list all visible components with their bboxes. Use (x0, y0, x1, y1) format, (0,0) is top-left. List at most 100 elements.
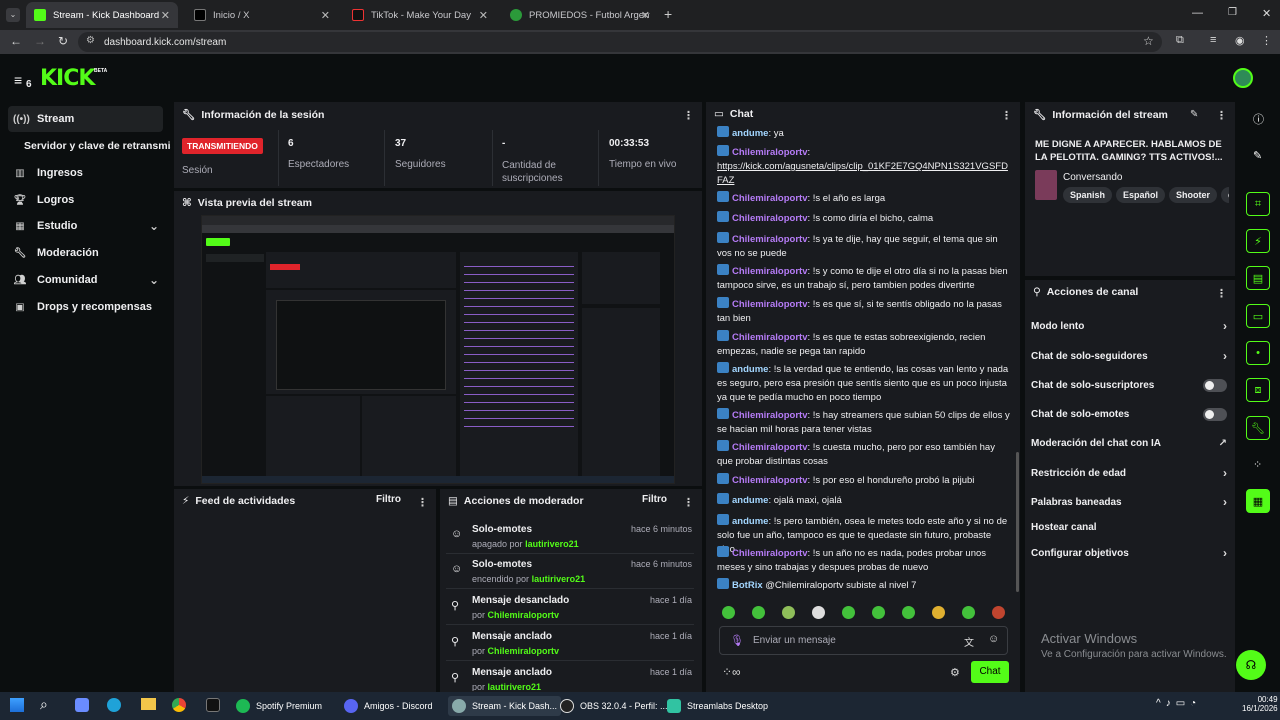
system-tray-icons[interactable]: ^♪▭◔ (1156, 698, 1201, 709)
sidebar-item-comunidad[interactable]: 👥︎ Comunidad ⌄ (8, 267, 163, 293)
minimize-icon[interactable]: — (1192, 7, 1203, 19)
close-window-icon[interactable]: ✕ (1262, 7, 1271, 20)
file-explorer-icon[interactable] (141, 698, 156, 710)
chat-username[interactable]: andume (732, 516, 768, 527)
sidebar-item-estudio[interactable]: ▦ Estudio ⌄ (8, 213, 163, 239)
chat-bubble-icon[interactable]: ▭ (1246, 304, 1270, 328)
emote-icon[interactable] (872, 606, 885, 619)
emote-icon[interactable] (782, 606, 795, 619)
emote-icon[interactable] (842, 606, 855, 619)
mod-action-item[interactable]: ☺ Solo-emotes apagado por lautirivero21 hac… (446, 520, 694, 554)
more-options-icon[interactable]: ⋮ (1216, 109, 1227, 122)
back-icon[interactable]: ← (10, 34, 22, 48)
action-followers-only[interactable]: Chat de solo-seguidores › (1031, 346, 1227, 366)
more-options-icon[interactable]: ⋮ (1216, 287, 1227, 300)
sidebar-item-moderacion[interactable]: 🔧︎ Moderación (8, 240, 163, 266)
sidebar-item-ingresos[interactable]: ▥ Ingresos (8, 160, 163, 186)
activity-filter-button[interactable]: Filtro (376, 494, 401, 505)
clock[interactable]: 00:49 16/1/2026 (1242, 695, 1278, 713)
emotes-only-toggle[interactable] (1203, 407, 1227, 421)
chat-scrollbar[interactable] (1016, 452, 1019, 592)
site-info-icon[interactable]: ⚙ (86, 35, 95, 46)
chat-username[interactable]: Chilemiraloportv (732, 266, 808, 277)
kick-logo[interactable]: KICK (40, 66, 95, 91)
emote-icon[interactable] (992, 606, 1005, 619)
action-goals[interactable]: Configurar objetivos › (1031, 543, 1227, 563)
more-options-icon[interactable]: ⋮ (1001, 109, 1012, 122)
lightning-icon[interactable]: ⚡︎ (1246, 229, 1270, 253)
chat-username[interactable]: Chilemiraloportv (732, 442, 808, 453)
restore-icon[interactable]: ❐ (1228, 7, 1237, 18)
url-field[interactable]: ⚙ dashboard.kick.com/stream (78, 32, 1162, 52)
action-slow-mode[interactable]: Modo lento › (1031, 316, 1227, 336)
taskbar-app-chrome[interactable]: Stream - Kick Dash... (448, 696, 562, 716)
tab-search-icon[interactable]: ⌄ (6, 8, 20, 22)
send-chat-button[interactable]: Chat (971, 661, 1009, 683)
more-options-icon[interactable]: ⋮ (683, 496, 694, 509)
action-ai-moderation[interactable]: Moderación del chat con IA ↗ (1031, 433, 1227, 453)
mod-action-item[interactable]: ⚲ Mensaje desanclado por Chilemiraloportv h… (446, 591, 694, 625)
forward-icon[interactable]: → (34, 34, 46, 48)
extensions-icon[interactable]: ⧉ (1176, 34, 1184, 47)
stream-preview-video[interactable] (201, 215, 675, 484)
chat-username[interactable]: Chilemiraloportv (732, 475, 808, 486)
document-icon[interactable]: ▤ (1246, 266, 1270, 290)
emote-icon[interactable] (932, 606, 945, 619)
chat-username[interactable]: andume (732, 128, 768, 139)
copilot-icon[interactable] (75, 698, 89, 712)
mod-action-item[interactable]: ⚲ Mensaje anclado por Chilemiraloportv hace… (446, 627, 694, 661)
chat-text[interactable]: https://kick.com/agusneta/clips/clip_01K… (717, 161, 1008, 186)
sidebar-item-server-key[interactable]: Servidor y clave de retransmisión (8, 133, 171, 159)
emote-picker-icon[interactable]: ⁘∞ (722, 665, 741, 679)
tiktok-icon[interactable] (206, 698, 220, 712)
sidebar-item-stream[interactable]: ((•)) Stream (8, 106, 163, 132)
chat-username[interactable]: Chilemiraloportv (732, 193, 808, 204)
chat-username[interactable]: BotRix (732, 580, 763, 591)
browser-tab-x[interactable]: Inicio / X ✕ (186, 2, 338, 28)
media-icon[interactable]: ≡ (1210, 34, 1216, 46)
bookmark-star-icon[interactable]: ☆ (1143, 34, 1154, 48)
reload-icon[interactable]: ↻ (58, 34, 68, 48)
edge-icon[interactable] (107, 698, 121, 712)
emote-icon[interactable] (812, 606, 825, 619)
support-headset-icon[interactable]: ☊ (1236, 650, 1266, 680)
windows-start-icon[interactable] (10, 698, 24, 712)
taskbar-app-discord[interactable]: Amigos - Discord (340, 696, 437, 716)
apps-icon[interactable]: ⁘ (1253, 458, 1262, 471)
browser-tab-kick[interactable]: Stream - Kick Dashboard ✕ (26, 2, 178, 28)
emoji-icon[interactable]: ☺ (988, 633, 999, 645)
emote-icon[interactable] (752, 606, 765, 619)
action-host-channel[interactable]: Hostear canal (1031, 517, 1227, 537)
chat-username[interactable]: Chilemiraloportv (732, 299, 808, 310)
mod-action-item[interactable]: ⚲ Mensaje anclado por lautirivero21 hace 1 … (446, 663, 694, 691)
action-age-restriction[interactable]: Restricción de edad › (1031, 463, 1227, 483)
avatar[interactable] (1233, 68, 1253, 88)
edit-pencil-icon[interactable]: ✎ (1253, 149, 1262, 162)
browser-menu-icon[interactable]: ⋮ (1261, 34, 1272, 47)
info-icon[interactable]: ⓘ (1253, 111, 1264, 127)
chat-username[interactable]: andume (732, 364, 768, 375)
chat-settings-icon[interactable]: ⚙ (950, 666, 960, 679)
emote-icon[interactable] (902, 606, 915, 619)
chat-username[interactable]: Chilemiraloportv (732, 548, 808, 559)
chat-username[interactable]: Chilemiraloportv (732, 213, 808, 224)
action-banned-words[interactable]: Palabras baneadas › (1031, 492, 1227, 512)
chat-username[interactable]: Chilemiraloportv (732, 332, 808, 343)
browser-tab-promiedos[interactable]: PROMIEDOS - Futbol Argentino✕ (502, 2, 658, 28)
broadcast-icon[interactable]: • (1246, 341, 1270, 365)
sidebar-item-logros[interactable]: 🏆︎ Logros (8, 187, 163, 213)
chrome-icon[interactable] (172, 698, 186, 712)
new-tab-icon[interactable]: + (664, 6, 672, 22)
taskbar-app-streamlabs[interactable]: Streamlabs Desktop (663, 696, 772, 716)
hamburger-menu-icon[interactable]: ≡ (14, 72, 22, 88)
search-icon[interactable]: ⌕ (40, 696, 48, 713)
emote-icon[interactable] (962, 606, 975, 619)
chat-input[interactable]: 🎙︎ Enviar un mensaje 文 ☺ (719, 626, 1008, 655)
sidebar-item-drops[interactable]: ▣ Drops y recompensas (8, 294, 163, 320)
screen-capture-icon[interactable]: ⌗ (1246, 192, 1270, 216)
chat-username[interactable]: Chilemiraloportv (732, 410, 808, 421)
translate-icon[interactable]: 文 (964, 634, 974, 649)
close-tab-icon[interactable]: ✕ (161, 9, 170, 22)
close-tab-icon[interactable]: ✕ (321, 9, 330, 22)
emote-icon[interactable] (722, 606, 735, 619)
